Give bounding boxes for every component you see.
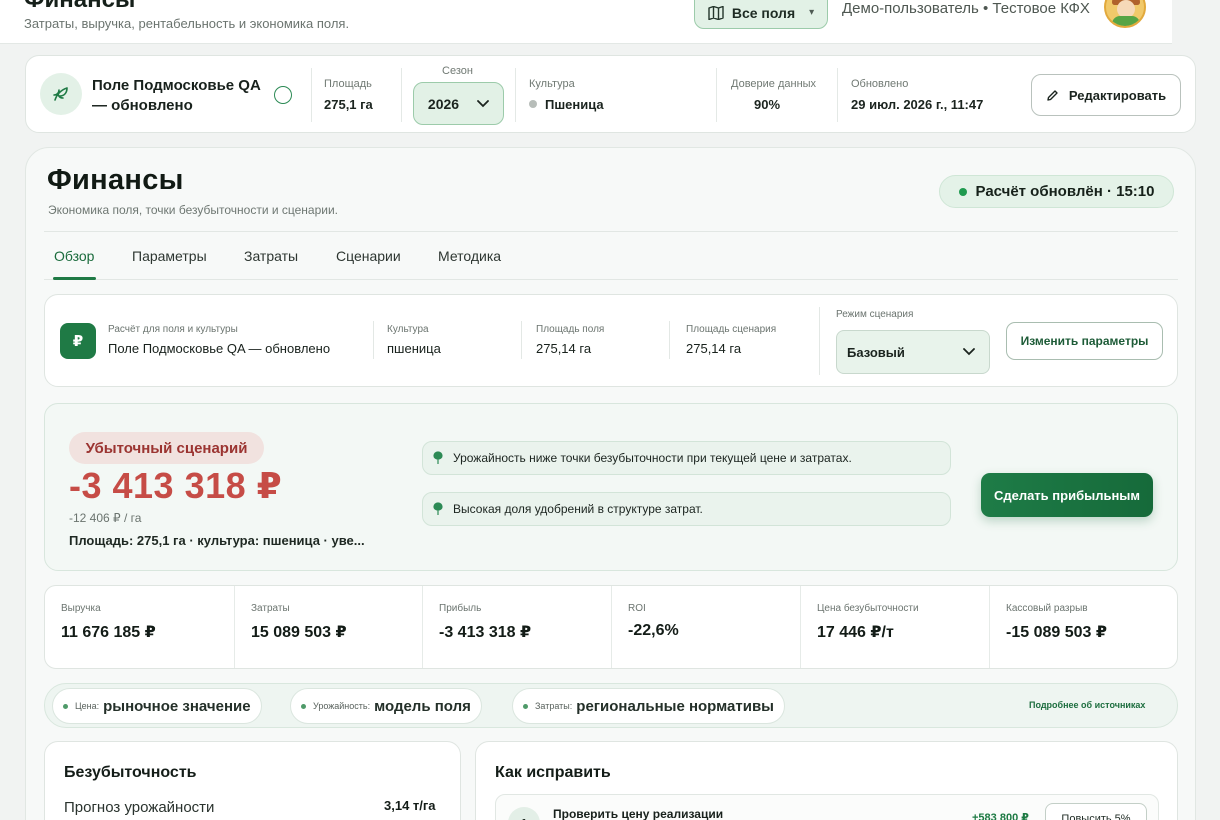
metric-revenue: Выручка 11 676 185 ₽	[61, 603, 156, 641]
source-chip-price[interactable]: Цена: рыночное значение	[52, 688, 262, 724]
mode-value: Базовый	[847, 344, 905, 360]
mode-label: Режим сценария	[836, 309, 914, 320]
finance-main-card: Финансы Экономика поля, точки безубыточн…	[25, 147, 1196, 820]
metric-breakeven-price: Цена безубыточности 17 446 ₽/т	[817, 603, 919, 641]
user-info: Демо-пользователь • Тестовое КФХ	[842, 0, 1090, 17]
fix-item: 1 Проверить цену реализации +583 800 ₽ П…	[495, 794, 1159, 820]
calc-for-label: Расчёт для поля и культуры	[108, 324, 238, 335]
edit-field-label: Редактировать	[1068, 87, 1167, 103]
scenario-description: Площадь: 275,1 га · культура: пшеница · …	[69, 533, 365, 548]
breakeven-card: Безубыточность Прогноз урожайности 3,14 …	[44, 741, 461, 820]
raise-price-button[interactable]: Повысить 5%	[1045, 803, 1147, 820]
updated-value: 29 июл. 2026 г., 11:47	[851, 97, 984, 112]
season-value: 2026	[427, 95, 460, 112]
field-sprout-icon	[40, 73, 82, 115]
status-dot	[958, 187, 967, 196]
area-label: Площадь	[324, 78, 372, 90]
hint-yield-text: Урожайность ниже точки безубыточности пр…	[453, 451, 852, 465]
calc-context-card: ₽ Расчёт для поля и культуры Поле Подмос…	[44, 294, 1178, 387]
field-status-circle-icon[interactable]	[274, 86, 292, 104]
metric-roi: ROI -22,6%	[628, 603, 679, 639]
hint-fertilizer: Высокая доля удобрений в структуре затра…	[422, 492, 951, 526]
change-parameters-button[interactable]: Изменить параметры	[1006, 322, 1163, 360]
breakeven-title: Безубыточность	[64, 764, 197, 781]
metric-profit: Прибыль -3 413 318 ₽	[439, 603, 532, 641]
source-chip-yield[interactable]: Урожайность: модель поля	[290, 688, 482, 724]
profit-per-hectare: -12 406 ₽ / га	[69, 511, 142, 525]
page-title: Финансы	[47, 164, 184, 196]
area-value: 275,1 га	[324, 97, 373, 112]
all-fields-button[interactable]: Все поля ▾	[694, 0, 828, 29]
fix-item-number: 1	[508, 807, 540, 820]
pin-icon	[433, 451, 443, 464]
pin-icon	[433, 502, 443, 515]
active-tab-indicator	[53, 277, 96, 280]
fix-item-text: Проверить цену реализации	[553, 807, 724, 820]
hint-yield: Урожайность ниже точки безубыточности пр…	[422, 441, 951, 475]
updated-label: Обновлено	[851, 78, 909, 90]
crop-label: Культура	[529, 78, 575, 90]
pencil-icon	[1047, 89, 1058, 101]
make-profitable-button[interactable]: Сделать прибыльным	[981, 473, 1153, 517]
scenario-mode-select[interactable]: Базовый	[836, 330, 990, 374]
tab-scenarios[interactable]: Сценарии	[336, 248, 401, 264]
fix-item-amount: +583 800 ₽	[972, 812, 1029, 820]
top-header: Финансы Затраты, выручка, рентабельность…	[0, 0, 1172, 44]
edit-field-button[interactable]: Редактировать	[1031, 74, 1181, 116]
tab-methodology[interactable]: Методика	[438, 248, 501, 264]
hint-fertilizer-text: Высокая доля удобрений в структуре затра…	[453, 502, 703, 516]
yield-forecast-value: 3,14 т/га	[384, 798, 436, 813]
map-icon	[708, 5, 724, 20]
sources-details-link[interactable]: Подробнее об источниках	[1029, 700, 1145, 710]
tab-costs[interactable]: Затраты	[244, 248, 298, 264]
avatar[interactable]	[1104, 0, 1146, 28]
metric-cash-gap: Кассовый разрыв -15 089 503 ₽	[1006, 603, 1107, 641]
scenario-result-card: Убыточный сценарий -3 413 318 ₽ -12 406 …	[44, 403, 1178, 571]
finance-tabs: Обзор Параметры Затраты Сценарии Методик…	[44, 231, 1178, 280]
page-subtitle: Экономика поля, точки безубыточности и с…	[48, 203, 339, 217]
app-subtitle: Затраты, выручка, рентабельность и эконо…	[24, 16, 350, 31]
ruble-icon: ₽	[60, 323, 96, 359]
calc-for-value: Поле Подмосковье QA — обновлено	[108, 341, 331, 356]
chevron-down-icon	[477, 99, 489, 107]
calc-status-text: Расчёт обновлён · 15:10	[975, 183, 1155, 200]
chevron-down-icon	[963, 348, 975, 356]
trust-value: 90%	[754, 97, 781, 112]
field-area-value: 275,14 га	[536, 341, 592, 356]
field-area-label: Площадь поля	[536, 324, 605, 335]
season-label: Сезон	[442, 65, 473, 77]
field-summary-strip: Поле Подмосковье QA — обновлено Площадь …	[25, 55, 1196, 133]
season-select[interactable]: 2026	[413, 82, 504, 125]
metrics-row: Выручка 11 676 185 ₽ Затраты 15 089 503 …	[44, 585, 1178, 669]
scenario-area-label: Площадь сценария	[686, 324, 777, 335]
profit-value: -3 413 318 ₽	[69, 465, 283, 506]
field-name: Поле Подмосковье QA — обновлено	[92, 77, 261, 114]
how-to-fix-card: Как исправить 1 Проверить цену реализаци…	[475, 741, 1178, 820]
calc-status-badge: Расчёт обновлён · 15:10	[939, 175, 1174, 208]
all-fields-label: Все поля	[731, 4, 796, 21]
yield-forecast-label: Прогноз урожайности	[64, 799, 215, 816]
ctx-crop-value: пшеница	[387, 341, 441, 356]
how-to-fix-title: Как исправить	[495, 764, 611, 781]
crop-value: Пшеница	[529, 97, 604, 112]
metric-costs: Затраты 15 089 503 ₽	[251, 603, 347, 641]
trust-label: Доверие данных	[731, 78, 817, 90]
crop-status-dot	[529, 100, 537, 108]
data-sources-bar: Цена: рыночное значение Урожайность: модел…	[44, 683, 1178, 728]
tab-overview[interactable]: Обзор	[54, 248, 94, 264]
tab-parameters[interactable]: Параметры	[132, 248, 207, 264]
app-title: Финансы	[24, 0, 135, 14]
chevron-down-icon: ▾	[809, 7, 815, 18]
loss-scenario-badge: Убыточный сценарий	[69, 432, 264, 464]
source-chip-costs[interactable]: Затраты: региональные нормативы	[512, 688, 785, 724]
ctx-crop-label: Культура	[387, 324, 429, 335]
scenario-area-value: 275,14 га	[686, 341, 742, 356]
